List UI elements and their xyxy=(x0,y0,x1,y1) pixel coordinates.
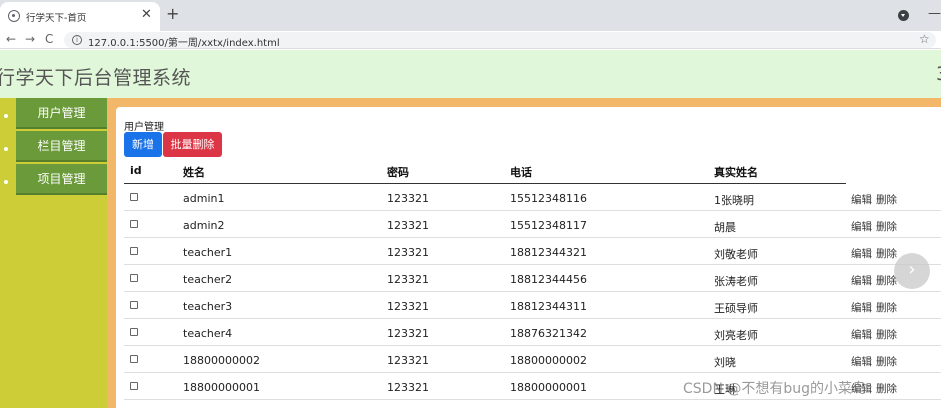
edit-link[interactable]: 编辑 xyxy=(851,300,872,315)
delete-link[interactable]: 删除 xyxy=(876,300,897,315)
cell-phone: 18800000002 xyxy=(510,354,587,367)
browser-tab-strip: 行学天下-首页 ✕ + — xyxy=(0,0,941,31)
column-header-phone: 电话 xyxy=(510,166,532,179)
cell-name: 18800000001 xyxy=(183,381,260,394)
cell-password: 123321 xyxy=(387,192,429,205)
url-input[interactable]: i 127.0.0.1:5500/第一周/xxtx/index.html ☆ xyxy=(64,32,936,49)
back-arrow-icon[interactable]: ← xyxy=(6,32,16,47)
edit-link[interactable]: 编辑 xyxy=(851,246,872,261)
cell-name: admin1 xyxy=(183,192,225,205)
next-arrow-button[interactable]: › xyxy=(894,253,930,289)
browser-tab[interactable]: 行学天下-首页 ✕ xyxy=(0,2,160,31)
header-right-text: 3 xyxy=(936,63,941,85)
tab-close-icon[interactable]: ✕ xyxy=(141,8,152,22)
site-info-icon[interactable]: i xyxy=(72,35,82,45)
cell-password: 123321 xyxy=(387,246,429,259)
row-checkbox[interactable] xyxy=(130,328,138,336)
cell-phone: 18876321342 xyxy=(510,327,587,340)
cell-name: teacher4 xyxy=(183,327,233,340)
cell-real-name: 张涛老师 xyxy=(714,275,758,288)
table-row: teacher1 123321 18812344321 刘敬老师 编辑 删除 xyxy=(124,238,941,265)
globe-icon xyxy=(8,10,20,22)
column-header-real-name: 真实姓名 xyxy=(714,166,758,179)
cell-phone: 18812344311 xyxy=(510,300,587,313)
tab-title: 行学天下-首页 xyxy=(26,13,87,24)
page-header: 行学天下后台管理系统 3 xyxy=(0,50,941,98)
url-text: 127.0.0.1:5500/第一周/xxtx/index.html xyxy=(88,38,280,49)
add-button[interactable]: 新增 xyxy=(124,132,162,157)
delete-link[interactable]: 删除 xyxy=(876,354,897,369)
tab-search-icon[interactable] xyxy=(898,10,909,21)
cell-name: admin2 xyxy=(183,219,225,232)
watermark: CSDN @不想有bug的小菜鸟 xyxy=(683,381,867,397)
sidebar: 用户管理 栏目管理 项目管理 xyxy=(0,98,107,408)
sidebar-item-project-management[interactable]: 项目管理 xyxy=(16,164,107,195)
minimize-button[interactable]: — xyxy=(928,6,941,21)
sidebar-item-user-management[interactable]: 用户管理 xyxy=(16,98,107,129)
delete-link[interactable]: 删除 xyxy=(876,246,897,261)
cell-name: teacher3 xyxy=(183,300,233,313)
cell-real-name: 刘亮老师 xyxy=(714,329,758,342)
reload-icon[interactable]: C xyxy=(45,32,53,47)
cell-real-name: 胡晨 xyxy=(714,221,736,234)
column-header-password: 密码 xyxy=(387,166,409,179)
panel-title: 用户管理 xyxy=(124,122,164,133)
table-row: teacher3 123321 18812344311 王硕导师 编辑 删除 xyxy=(124,292,941,319)
cell-name: 18800000002 xyxy=(183,354,260,367)
row-checkbox[interactable] xyxy=(130,274,138,282)
table-row: teacher2 123321 18812344456 张涛老师 编辑 删除 xyxy=(124,265,941,292)
table-row: admin1 123321 15512348116 1张晓明 编辑 删除 xyxy=(124,184,941,211)
delete-link[interactable]: 删除 xyxy=(876,192,897,207)
cell-password: 123321 xyxy=(387,354,429,367)
cell-phone: 15512348116 xyxy=(510,192,587,205)
column-header-name: 姓名 xyxy=(183,166,205,179)
row-checkbox[interactable] xyxy=(130,355,138,363)
table-row: admin2 123321 15512348117 胡晨 编辑 删除 xyxy=(124,211,941,238)
row-divider xyxy=(124,399,941,400)
delete-link[interactable]: 删除 xyxy=(876,219,897,234)
cell-name: teacher1 xyxy=(183,246,233,259)
batch-delete-button[interactable]: 批量删除 xyxy=(163,132,222,157)
cell-real-name: 刘敬老师 xyxy=(714,248,758,261)
sidebar-item-column-management[interactable]: 栏目管理 xyxy=(16,131,107,162)
row-checkbox[interactable] xyxy=(130,193,138,201)
cell-password: 123321 xyxy=(387,273,429,286)
row-checkbox[interactable] xyxy=(130,220,138,228)
edit-link[interactable]: 编辑 xyxy=(851,219,872,234)
edit-link[interactable]: 编辑 xyxy=(851,273,872,288)
cell-phone: 18812344456 xyxy=(510,273,587,286)
cell-real-name: 1张晓明 xyxy=(714,194,754,207)
cell-real-name: 王硕导师 xyxy=(714,302,758,315)
bullet-icon xyxy=(4,180,8,184)
address-bar-row: ← → C i 127.0.0.1:5500/第一周/xxtx/index.ht… xyxy=(0,31,941,49)
row-checkbox[interactable] xyxy=(130,247,138,255)
cell-password: 123321 xyxy=(387,300,429,313)
cell-real-name: 刘晓 xyxy=(714,356,736,369)
delete-link[interactable]: 删除 xyxy=(876,327,897,342)
bullet-icon xyxy=(4,147,8,151)
edit-link[interactable]: 编辑 xyxy=(851,327,872,342)
cell-password: 123321 xyxy=(387,219,429,232)
cell-name: teacher2 xyxy=(183,273,233,286)
bookmark-star-icon[interactable]: ☆ xyxy=(919,32,930,46)
delete-link[interactable]: 删除 xyxy=(876,381,897,396)
cell-phone: 18800000001 xyxy=(510,381,587,394)
new-tab-button[interactable]: + xyxy=(166,5,179,23)
table-row: 18800000002 123321 18800000002 刘晓 编辑 删除 xyxy=(124,346,941,373)
edit-link[interactable]: 编辑 xyxy=(851,192,872,207)
column-header-id: id xyxy=(130,164,142,177)
cell-password: 123321 xyxy=(387,327,429,340)
forward-arrow-icon[interactable]: → xyxy=(25,32,35,47)
cell-phone: 18812344321 xyxy=(510,246,587,259)
row-checkbox[interactable] xyxy=(130,301,138,309)
row-checkbox[interactable] xyxy=(130,382,138,390)
cell-password: 123321 xyxy=(387,381,429,394)
table-row: teacher4 123321 18876321342 刘亮老师 编辑 删除 xyxy=(124,319,941,346)
cell-phone: 15512348117 xyxy=(510,219,587,232)
edit-link[interactable]: 编辑 xyxy=(851,354,872,369)
page-title: 行学天下后台管理系统 xyxy=(0,67,192,89)
bullet-icon xyxy=(4,114,8,118)
